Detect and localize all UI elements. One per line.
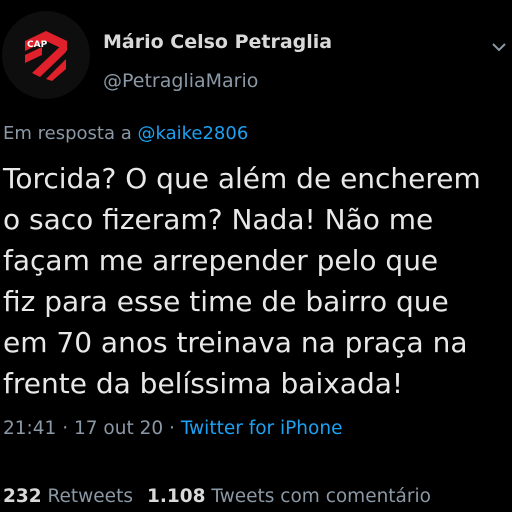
author-display-name[interactable]: Mário Celso Petraglia [103, 31, 332, 53]
retweets-label: Retweets [47, 486, 133, 507]
svg-text:CAP: CAP [27, 40, 48, 50]
tweet-date[interactable]: 17 out 20 [74, 418, 163, 439]
club-crest-icon: CAP [25, 31, 67, 81]
quote-tweets-count: 1.108 [146, 486, 206, 507]
retweets-count: 232 [3, 486, 42, 507]
meta-separator: · [169, 418, 175, 439]
tweet-stats: 232 Retweets 1.108 Tweets com comentário [3, 486, 431, 507]
retweets-stat[interactable]: 232 Retweets [3, 486, 133, 507]
tweet-text: Torcida? O que além de encherem o saco f… [3, 162, 481, 400]
reply-prefix: Em resposta a [3, 123, 132, 144]
author-handle[interactable]: @PetragliaMario [103, 70, 258, 92]
tweet-source-link[interactable]: Twitter for iPhone [181, 418, 343, 439]
tweet-meta: 21:41 · 17 out 20 · Twitter for iPhone [3, 418, 342, 439]
tweet-time[interactable]: 21:41 [3, 418, 56, 439]
reply-mention-link[interactable]: @kaike2806 [137, 123, 248, 144]
reply-context: Em resposta a @kaike2806 [3, 123, 248, 144]
meta-separator: · [62, 418, 69, 439]
chevron-down-icon[interactable] [491, 38, 507, 52]
tweet-card: CAP Mário Celso Petraglia @PetragliaMari… [0, 0, 512, 512]
avatar[interactable]: CAP [2, 11, 90, 99]
quote-tweets-stat[interactable]: 1.108 Tweets com comentário [147, 486, 431, 507]
quote-tweets-label: Tweets com comentário [211, 486, 431, 507]
